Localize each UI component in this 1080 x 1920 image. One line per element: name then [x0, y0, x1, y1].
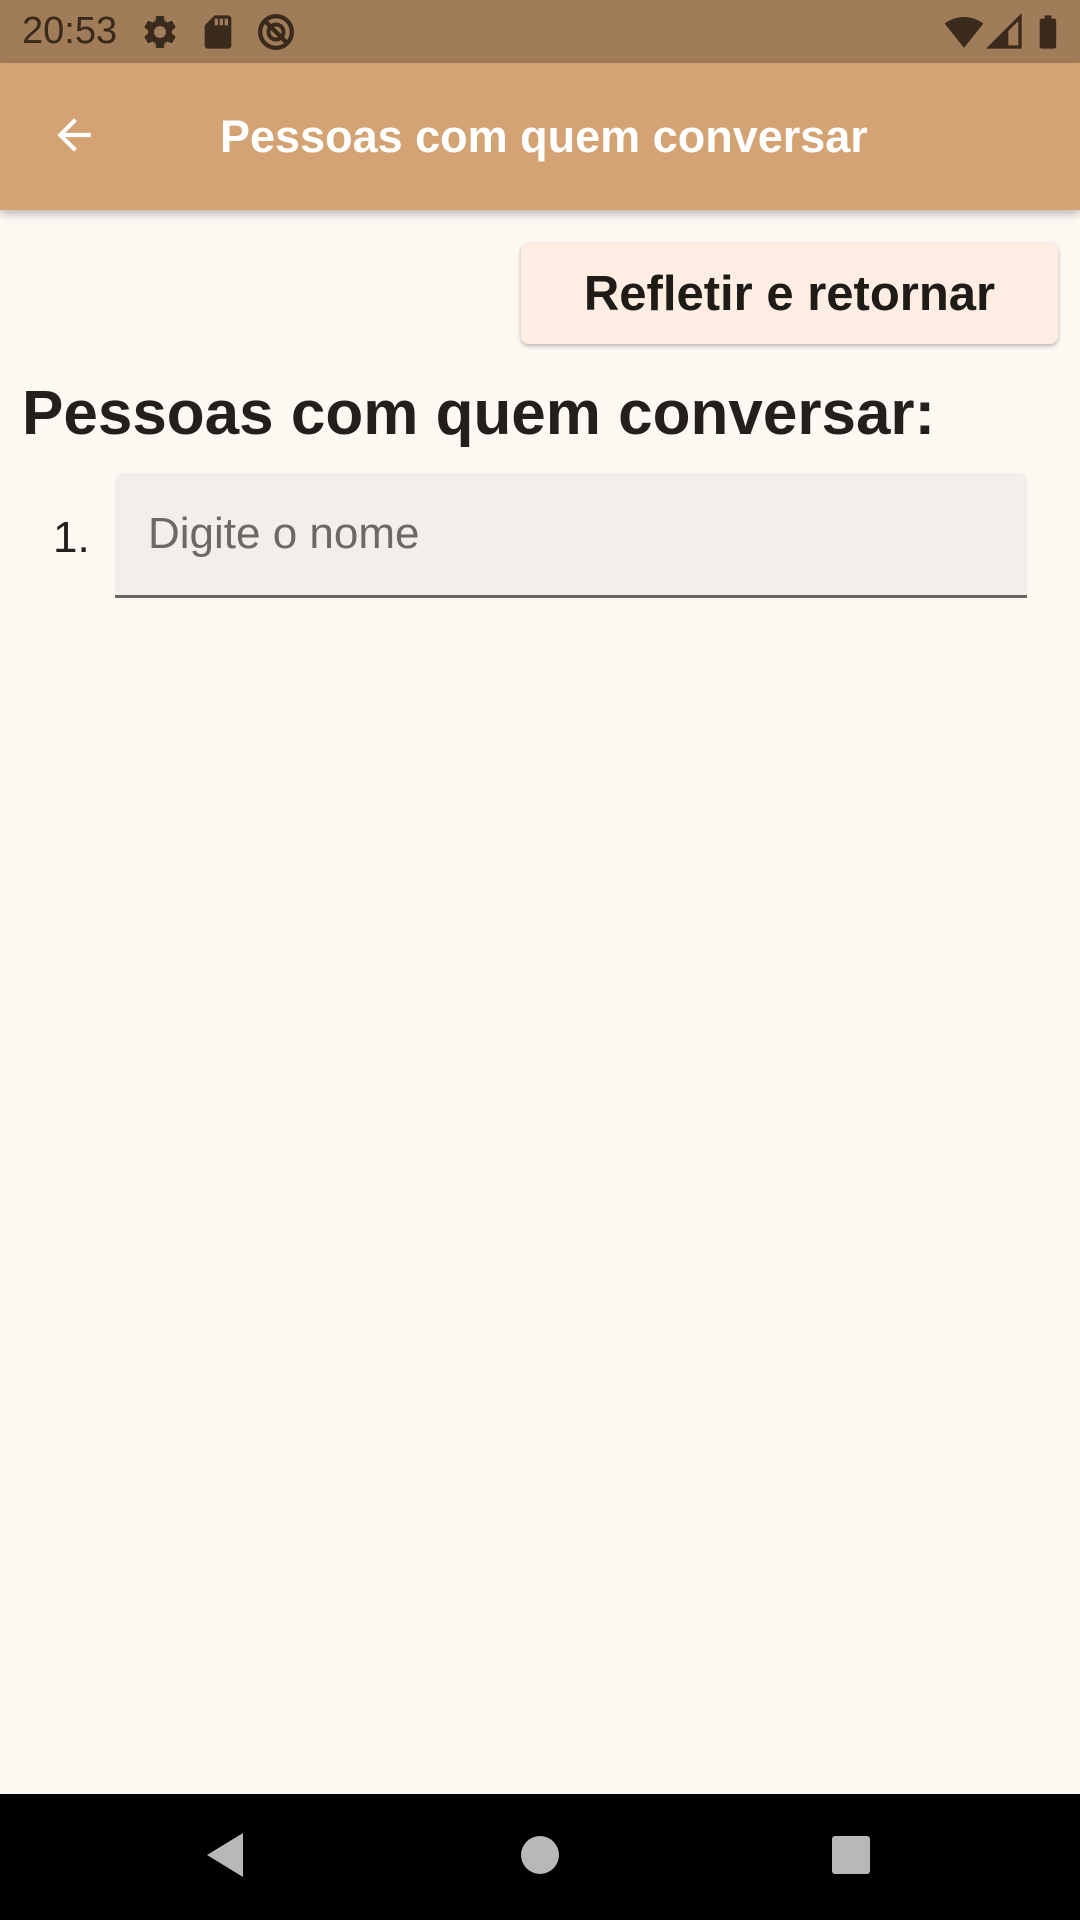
- nav-home-button[interactable]: [477, 1794, 603, 1920]
- signal-icon: [985, 12, 1025, 52]
- screen: 20:53 Pessoas com quem conversar Refleti…: [0, 0, 1080, 1920]
- wifi-icon: [944, 12, 984, 52]
- nav-back-button[interactable]: [162, 1794, 288, 1920]
- navigation-bar: [0, 1794, 1080, 1920]
- page-title: Pessoas com quem conversar: [220, 111, 868, 162]
- battery-icon: [1028, 12, 1068, 52]
- name-input[interactable]: [115, 473, 1027, 598]
- status-time: 20:53: [22, 10, 118, 52]
- arrow-back-icon: [49, 110, 99, 165]
- home-circle-icon: [520, 1835, 560, 1880]
- back-triangle-icon: [203, 1831, 247, 1884]
- back-button[interactable]: [30, 93, 118, 181]
- app-bar: Pessoas com quem conversar: [0, 63, 1080, 210]
- section-heading: Pessoas com quem conversar:: [22, 379, 936, 448]
- settings-icon: [140, 12, 180, 52]
- status-bar: 20:53: [0, 0, 1080, 63]
- nav-recents-button[interactable]: [788, 1794, 914, 1920]
- recents-square-icon: [831, 1835, 871, 1880]
- sd-card-icon: [198, 12, 238, 52]
- reflect-and-return-button[interactable]: Refletir e retornar: [521, 243, 1058, 344]
- list-item-number: 1.: [53, 513, 90, 562]
- do-not-disturb-icon: [256, 12, 296, 52]
